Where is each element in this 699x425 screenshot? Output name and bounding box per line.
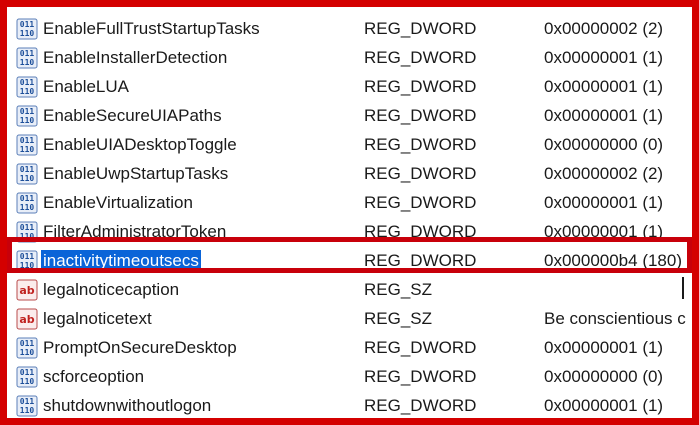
registry-value-row[interactable]: 011 110 inactivitytimeoutsecs REG_DWORD 0x00… <box>7 247 692 276</box>
reg-dword-icon: 011 110 <box>16 105 38 127</box>
value-data: 0x00000001 (1) <box>544 222 664 241</box>
registry-value-row[interactable]: 011 110 EnableLUA REG_DWORD 0x00000001 (1) <box>7 73 692 102</box>
svg-text:110: 110 <box>20 87 35 96</box>
svg-text:110: 110 <box>20 377 35 386</box>
svg-text:110: 110 <box>20 232 35 241</box>
svg-text:110: 110 <box>20 58 35 67</box>
reg-dword-icon: 011 110 <box>16 47 38 69</box>
value-type: REG_DWORD <box>364 106 477 125</box>
value-type: REG_DWORD <box>364 251 477 270</box>
value-name: PromptOnSecureDesktop <box>43 338 237 357</box>
svg-text:110: 110 <box>20 174 35 183</box>
value-data: 0x00000002 (2) <box>544 19 664 38</box>
reg-dword-icon: 011 110 <box>16 192 38 214</box>
svg-text:110: 110 <box>20 348 35 357</box>
registry-value-row[interactable]: 011 110 scforceoption REG_DWORD 0x00000000 (… <box>7 363 692 392</box>
value-name: EnableUIADesktopToggle <box>43 135 237 154</box>
svg-text:011: 011 <box>20 20 35 29</box>
svg-text:110: 110 <box>20 145 35 154</box>
value-data: 0x00000001 (1) <box>544 48 664 67</box>
value-name: scforceoption <box>43 367 145 386</box>
value-name: EnableLUA <box>43 77 130 96</box>
value-name: legalnoticecaption <box>43 280 180 299</box>
svg-text:ab: ab <box>19 313 34 326</box>
svg-text:011: 011 <box>20 78 35 87</box>
value-type: REG_DWORD <box>364 338 477 357</box>
truncated-text-cursor <box>682 277 684 299</box>
reg-dword-icon: 011 110 <box>16 134 38 156</box>
reg-dword-icon: 011 110 <box>16 221 38 243</box>
svg-text:011: 011 <box>20 368 35 377</box>
svg-text:011: 011 <box>20 107 35 116</box>
reg-dword-icon: 011 110 <box>16 337 38 359</box>
reg-dword-icon: 011 110 <box>16 250 38 272</box>
value-type: REG_DWORD <box>364 135 477 154</box>
value-name: inactivitytimeoutsecs <box>41 250 201 272</box>
value-data: 0x00000001 (1) <box>544 193 664 212</box>
reg-dword-icon: 011 110 <box>16 76 38 98</box>
value-data: 0x00000002 (2) <box>544 164 664 183</box>
value-data: Be conscientious c <box>544 309 686 328</box>
svg-text:110: 110 <box>20 29 35 38</box>
reg-sz-icon: ab <box>16 279 38 301</box>
registry-values-list: 011 110 EnableFullTrustStartupTasks REG_DWO… <box>7 7 692 418</box>
value-type: REG_DWORD <box>364 367 477 386</box>
registry-value-row[interactable]: 011 110 EnableFullTrustStartupTasks REG_DWO… <box>7 15 692 44</box>
value-name: EnableInstallerDetection <box>43 48 228 67</box>
value-type: REG_SZ <box>364 309 433 328</box>
svg-text:011: 011 <box>20 194 35 203</box>
value-data: 0x00000001 (1) <box>544 77 664 96</box>
value-type: REG_DWORD <box>364 222 477 241</box>
svg-text:011: 011 <box>20 223 35 232</box>
registry-value-row[interactable]: 011 110 PromptOnSecureDesktop REG_DWORD 0x00… <box>7 334 692 363</box>
svg-text:011: 011 <box>20 339 35 348</box>
value-name: shutdownwithoutlogon <box>43 396 212 415</box>
registry-values-panel: 011 110 EnableFullTrustStartupTasks REG_DWO… <box>0 0 699 425</box>
registry-value-row[interactable]: 011 110 EnableInstallerDetection REG_DWORD 0… <box>7 44 692 73</box>
registry-value-row[interactable]: ab legalnoticecaption REG_SZ <box>7 276 692 305</box>
value-name: EnableFullTrustStartupTasks <box>43 19 260 38</box>
value-type: REG_DWORD <box>364 396 477 415</box>
reg-dword-icon: 011 110 <box>16 366 38 388</box>
svg-text:011: 011 <box>20 252 35 261</box>
value-name: FilterAdministratorToken <box>43 222 227 241</box>
svg-text:011: 011 <box>20 136 35 145</box>
reg-dword-icon: 011 110 <box>16 163 38 185</box>
svg-text:110: 110 <box>20 261 35 270</box>
value-data: 0x00000001 (1) <box>544 396 664 415</box>
value-name: EnableUwpStartupTasks <box>43 164 229 183</box>
registry-value-row[interactable]: 011 110 shutdownwithoutlogon REG_DWORD 0x000… <box>7 392 692 418</box>
svg-text:110: 110 <box>20 406 35 415</box>
value-name: EnableVirtualization <box>43 193 193 212</box>
svg-text:011: 011 <box>20 49 35 58</box>
value-data: 0x000000b4 (180) <box>544 251 683 270</box>
value-type: REG_DWORD <box>364 193 477 212</box>
registry-value-row[interactable]: ab legalnoticetext REG_SZ Be conscientious … <box>7 305 692 334</box>
value-data: 0x00000001 (1) <box>544 106 664 125</box>
value-type: REG_DWORD <box>364 48 477 67</box>
value-type: REG_DWORD <box>364 77 477 96</box>
value-type: REG_DWORD <box>364 19 477 38</box>
registry-value-row[interactable]: 011 110 EnableSecureUIAPaths REG_DWORD 0x000… <box>7 102 692 131</box>
value-data: 0x00000000 (0) <box>544 367 664 386</box>
registry-value-row[interactable]: 011 110 FilterAdministratorToken REG_DWORD 0… <box>7 218 692 247</box>
registry-value-row[interactable]: 011 110 EnableUIADesktopToggle REG_DWORD 0x0… <box>7 131 692 160</box>
svg-text:011: 011 <box>20 397 35 406</box>
value-data: 0x00000001 (1) <box>544 338 664 357</box>
value-type: REG_SZ <box>364 280 433 299</box>
value-data: 0x00000000 (0) <box>544 135 664 154</box>
reg-dword-icon: 011 110 <box>16 18 38 40</box>
value-name: legalnoticetext <box>43 309 152 328</box>
reg-dword-icon: 011 110 <box>16 395 38 417</box>
value-name: EnableSecureUIAPaths <box>43 106 222 125</box>
value-type: REG_DWORD <box>364 164 477 183</box>
svg-text:011: 011 <box>20 165 35 174</box>
reg-sz-icon: ab <box>16 308 38 330</box>
svg-text:ab: ab <box>19 284 34 297</box>
svg-text:110: 110 <box>20 203 35 212</box>
registry-value-row[interactable]: 011 110 EnableUwpStartupTasks REG_DWORD 0x00… <box>7 160 692 189</box>
registry-value-row[interactable]: 011 110 EnableVirtualization REG_DWORD 0x000… <box>7 189 692 218</box>
svg-text:110: 110 <box>20 116 35 125</box>
